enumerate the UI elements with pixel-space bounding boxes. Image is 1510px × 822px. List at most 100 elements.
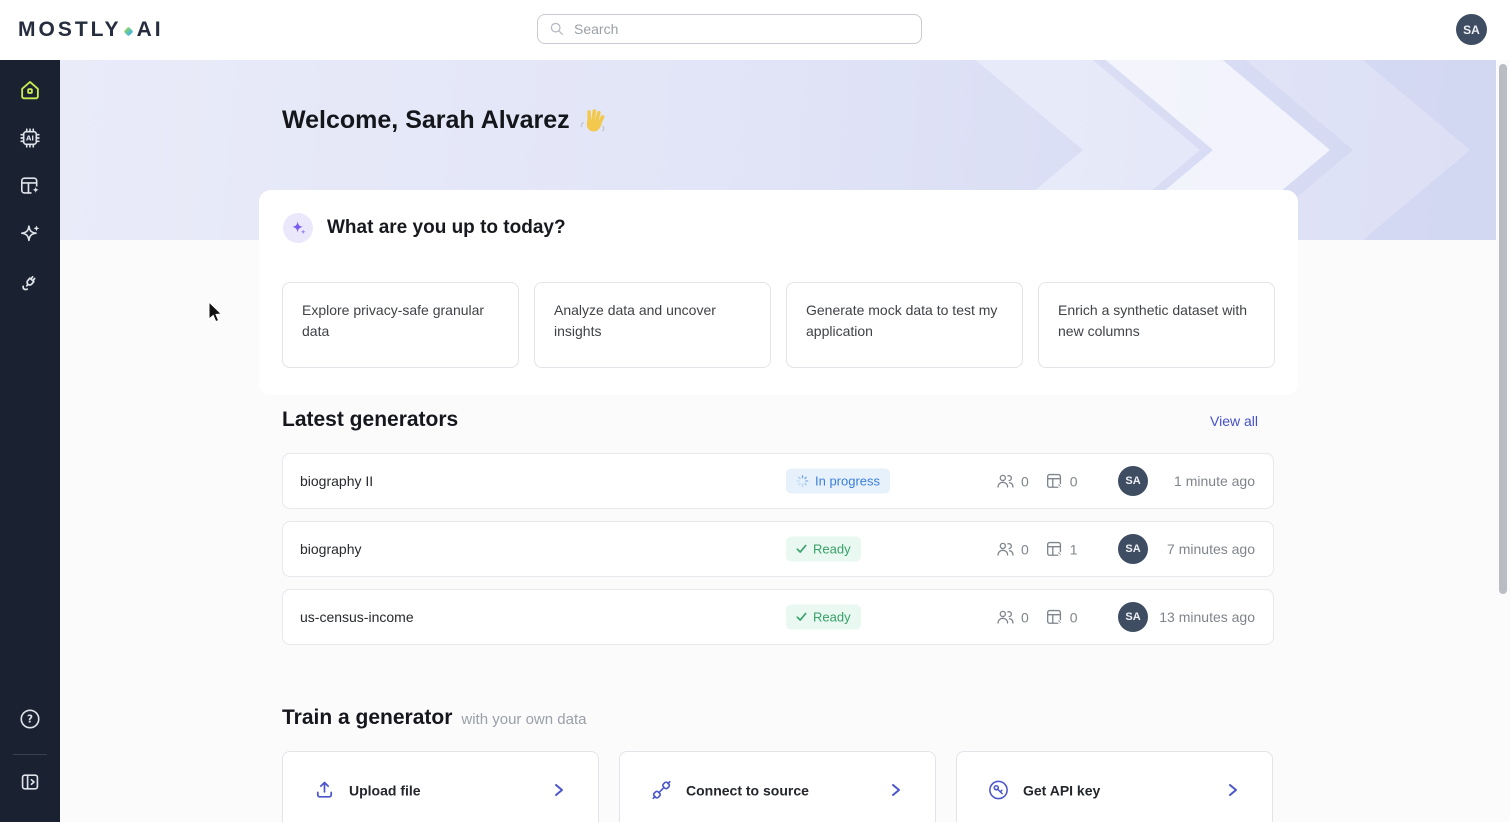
logo-text-mostly: MOSTLY — [18, 18, 122, 42]
today-card-analyze[interactable]: Analyze data and uncover insights — [534, 282, 771, 368]
row-owner-avatar: SA — [1118, 534, 1148, 564]
connect-to-source-card-content: Connect to source — [650, 779, 809, 802]
assistant-sparkle-badge — [283, 213, 313, 243]
latest-generators-header: Latest generators View all — [282, 408, 1274, 432]
users-count: 0 — [1021, 609, 1029, 625]
generator-name: biography II — [300, 473, 373, 489]
generator-name: us-census-income — [300, 609, 414, 625]
help-icon: ? — [18, 707, 42, 731]
chevron-right-icon — [554, 783, 564, 798]
check-icon — [796, 544, 807, 555]
sidebar-item-collapse-panel[interactable] — [12, 764, 48, 800]
people-icon — [996, 472, 1015, 491]
app-window: MOSTLY AI SA AI — [0, 0, 1510, 822]
topbar: MOSTLY AI SA — [0, 0, 1510, 60]
row-stats: 0 1 — [996, 540, 1078, 559]
users-count: 0 — [1021, 541, 1029, 557]
status-badge-ready: Ready — [786, 537, 861, 562]
today-card-mock-data[interactable]: Generate mock data to test my applicatio… — [786, 282, 1023, 368]
scrollbar-thumb[interactable] — [1499, 64, 1507, 594]
logo-text-ai: AI — [137, 18, 164, 42]
row-owner-avatar: SA — [1118, 602, 1148, 632]
generator-row-biography-ii[interactable]: biography II In progress 0 — [282, 453, 1274, 509]
tables-count: 0 — [1070, 473, 1078, 489]
today-card-label: Analyze data and uncover insights — [554, 302, 716, 339]
sidebar-item-datasets[interactable] — [12, 168, 48, 204]
status-badge-in-progress: In progress — [786, 469, 890, 494]
table-sparkle-icon — [18, 174, 42, 198]
logo-dot-icon — [123, 26, 133, 36]
page-scrollbar — [1496, 60, 1510, 822]
generator-row-us-census-income[interactable]: us-census-income Ready 0 0 — [282, 589, 1274, 645]
row-stats: 0 0 — [996, 608, 1078, 627]
sidebar-item-generators[interactable]: AI — [12, 120, 48, 156]
train-cards: Upload file Connect to source — [282, 751, 1273, 822]
train-generator-title: Train a generator — [282, 706, 452, 730]
tables-icon — [1045, 472, 1064, 491]
api-key-icon — [987, 779, 1010, 802]
plug-icon — [18, 270, 42, 294]
sidebar-item-home[interactable] — [12, 72, 48, 108]
users-stat: 0 — [996, 608, 1029, 627]
row-timestamp: 7 minutes ago — [1167, 541, 1255, 557]
tables-icon — [1045, 608, 1064, 627]
row-timestamp: 1 minute ago — [1174, 473, 1255, 489]
status-label: In progress — [815, 474, 880, 489]
upload-file-label: Upload file — [349, 782, 421, 798]
tables-stat: 0 — [1045, 472, 1078, 491]
chevron-right-icon — [1228, 783, 1238, 798]
ai-chip-icon: AI — [18, 126, 42, 150]
waving-hand-icon — [577, 104, 609, 136]
row-stats: 0 0 — [996, 472, 1078, 491]
people-icon — [996, 540, 1015, 559]
today-card-enrich[interactable]: Enrich a synthetic dataset with new colu… — [1038, 282, 1275, 368]
connector-icon — [650, 779, 673, 802]
main-content: Welcome, Sarah Alvarez — [60, 60, 1496, 822]
connect-to-source-card[interactable]: Connect to source — [619, 751, 936, 822]
search-input[interactable] — [574, 21, 910, 37]
sidebar-item-connectors[interactable] — [12, 264, 48, 300]
train-generator-header: Train a generator with your own data — [282, 706, 586, 730]
people-icon — [996, 608, 1015, 627]
tables-count: 0 — [1070, 609, 1078, 625]
today-card-explore[interactable]: Explore privacy-safe granular data — [282, 282, 519, 368]
svg-text:?: ? — [27, 714, 33, 726]
tables-count: 1 — [1070, 541, 1078, 557]
spinner-icon — [796, 475, 809, 488]
today-card-label: Explore privacy-safe granular data — [302, 302, 484, 339]
sidebar: AI — [0, 60, 60, 822]
users-stat: 0 — [996, 540, 1029, 559]
svg-text:AI: AI — [26, 135, 34, 143]
today-panel-header: What are you up to today? — [283, 213, 566, 243]
upload-icon — [313, 779, 336, 802]
get-api-key-label: Get API key — [1023, 782, 1100, 798]
tables-icon — [1045, 540, 1064, 559]
check-icon — [796, 612, 807, 623]
row-owner-avatar: SA — [1118, 466, 1148, 496]
connect-to-source-label: Connect to source — [686, 782, 809, 798]
latest-generators-title: Latest generators — [282, 408, 458, 432]
search-box[interactable] — [537, 14, 922, 44]
welcome-heading: Welcome, Sarah Alvarez — [282, 106, 607, 135]
get-api-key-card-content: Get API key — [987, 779, 1100, 802]
today-panel: What are you up to today? Explore privac… — [259, 190, 1298, 395]
sidebar-item-assistant[interactable] — [12, 216, 48, 252]
today-card-label: Generate mock data to test my applicatio… — [806, 302, 997, 339]
today-panel-title: What are you up to today? — [327, 217, 566, 239]
view-all-link[interactable]: View all — [1210, 413, 1274, 432]
upload-file-card[interactable]: Upload file — [282, 751, 599, 822]
user-avatar[interactable]: SA — [1456, 14, 1487, 45]
sparkles-icon — [18, 222, 42, 246]
generator-row-biography[interactable]: biography Ready 0 1 SA — [282, 521, 1274, 577]
generator-name: biography — [300, 541, 362, 557]
tables-stat: 1 — [1045, 540, 1078, 559]
train-generator-subtitle: with your own data — [461, 711, 586, 728]
get-api-key-card[interactable]: Get API key — [956, 751, 1273, 822]
status-label: Ready — [813, 610, 851, 625]
users-stat: 0 — [996, 472, 1029, 491]
sidebar-item-help[interactable]: ? — [12, 701, 48, 737]
mostly-ai-logo[interactable]: MOSTLY AI — [18, 18, 164, 42]
collapse-panel-icon — [18, 770, 42, 794]
chevron-right-icon — [891, 783, 901, 798]
row-timestamp: 13 minutes ago — [1159, 609, 1255, 625]
